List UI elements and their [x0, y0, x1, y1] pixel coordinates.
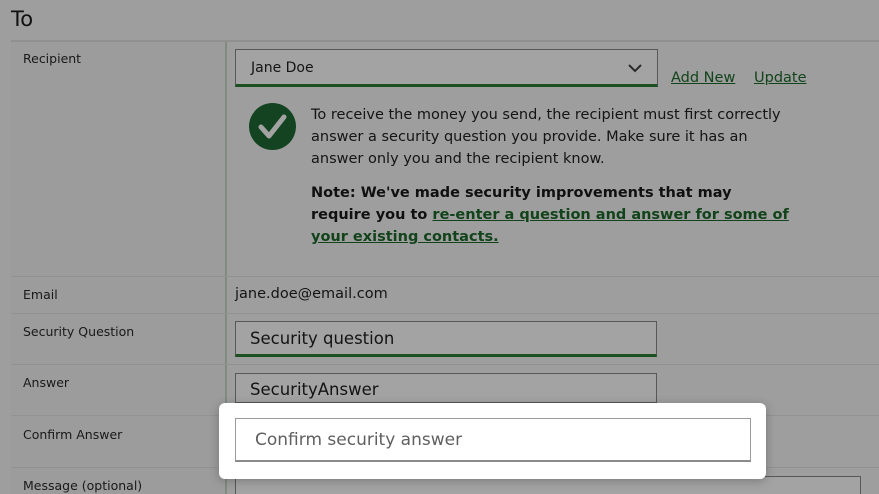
confirm-answer-spotlight: Confirm security answer	[219, 403, 766, 479]
confirm-answer-input[interactable]: Confirm security answer	[235, 418, 751, 462]
confirm-answer-placeholder: Confirm security answer	[255, 430, 463, 450]
